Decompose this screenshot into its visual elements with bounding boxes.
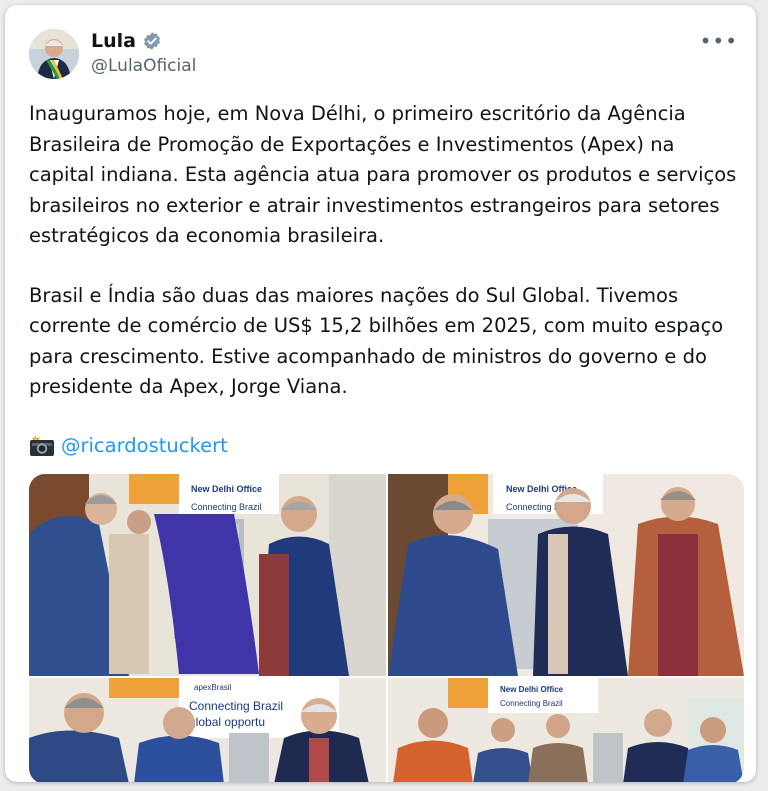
photo-3[interactable]: apexBrasil Connecting Brazil global oppo… (29, 678, 386, 782)
avatar[interactable] (29, 29, 79, 79)
author-handle[interactable]: @LulaOficial (91, 55, 196, 77)
more-options-icon[interactable]: ••• (700, 29, 738, 53)
signage-tagline: Connecting Brazil (191, 502, 262, 512)
post-paragraph-1: Inauguramos hoje, em Nova Délhi, o prime… (29, 102, 737, 247)
author-name[interactable]: Lula (91, 29, 162, 53)
signage-tagline-4: Connecting Brazil (500, 699, 563, 708)
verified-badge-icon (144, 32, 160, 50)
signage-tagline-3: Connecting Brazil (189, 699, 283, 713)
photo-credit: @ricardostuckert (29, 431, 228, 461)
signage-brand-3: apexBrasil (194, 683, 232, 692)
author-name-text: Lula (91, 30, 136, 52)
post-text: Inauguramos hoje, em Nova Délhi, o prime… (29, 99, 744, 403)
credit-mention-link[interactable]: @ricardostuckert (61, 431, 228, 461)
photo-1[interactable]: New Delhi Office Connecting Brazil (29, 474, 386, 676)
post-card: Lula @LulaOficial ••• Inauguramos hoje, … (5, 5, 756, 782)
camera-flash-icon (30, 435, 54, 456)
photo-2[interactable]: New Delhi Office Connecting Brazil (388, 474, 744, 676)
photo-grid: New Delhi Office Connecting Brazil New D… (29, 474, 744, 782)
signage-tagline-3b: global opportu (189, 715, 265, 729)
signage-title: New Delhi Office (191, 484, 262, 494)
avatar-image (29, 29, 79, 79)
photo-4[interactable]: New Delhi Office Connecting Brazil (388, 678, 744, 782)
signage-title-4: New Delhi Office (500, 685, 564, 694)
post-paragraph-2: Brasil e Índia são duas das maiores naçõ… (29, 283, 724, 399)
